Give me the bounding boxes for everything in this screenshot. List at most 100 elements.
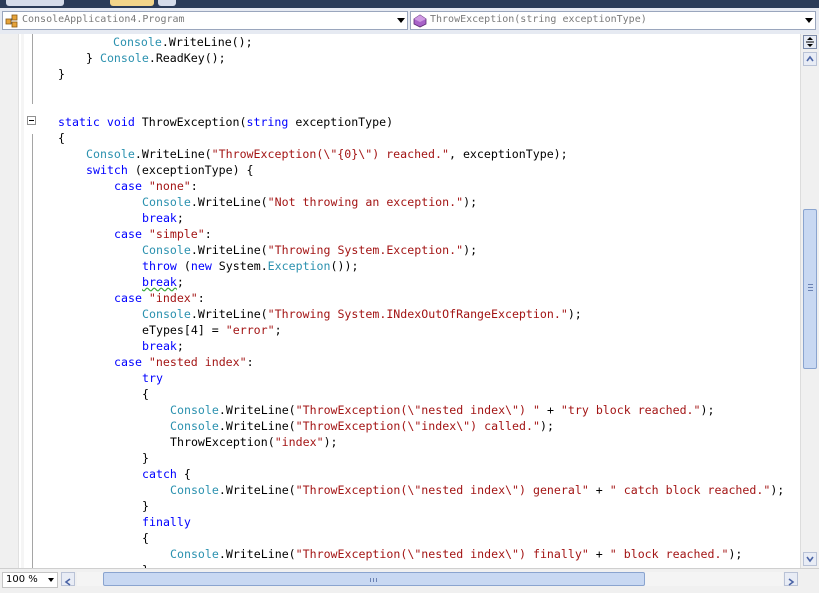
string-token: " block reached." <box>609 547 729 561</box>
code-token: , exceptionType); <box>448 147 568 161</box>
split-window-icon[interactable] <box>803 35 817 49</box>
chevron-down-icon[interactable] <box>48 578 54 582</box>
type-token: Console <box>113 35 162 49</box>
code-token: ); <box>728 547 743 561</box>
code-line: } <box>142 498 149 514</box>
keyword-token: catch <box>142 467 177 481</box>
code-token: (exceptionType) { <box>127 163 254 177</box>
code-line: throw (new System.Exception()); <box>142 258 358 274</box>
string-token: "simple" <box>148 227 205 241</box>
keyword-token: string <box>246 115 289 129</box>
code-token: } <box>142 499 149 513</box>
code-token: .WriteLine( <box>218 483 296 497</box>
code-token: ); <box>323 435 338 449</box>
code-line: break; <box>142 338 184 354</box>
code-token: + <box>588 547 610 561</box>
string-token: "nested index" <box>148 355 247 369</box>
code-line: } <box>58 66 65 82</box>
member-dropdown-value: ThrowException(string exceptionType) <box>430 14 647 25</box>
scroll-down-button[interactable] <box>803 552 817 566</box>
outline-guide <box>32 134 33 568</box>
type-token: Console <box>142 307 191 321</box>
code-line: { <box>58 130 65 146</box>
code-token: ; <box>176 339 184 353</box>
code-line: Console.WriteLine(); <box>113 34 253 50</box>
code-line: Console.WriteLine("ThrowException(\"nest… <box>170 402 715 418</box>
keyword-token: case <box>114 179 142 193</box>
string-token: "try block reached." <box>560 403 701 417</box>
keyword-token: try <box>142 371 163 385</box>
code-editor[interactable]: Console.WriteLine(); } Console.ReadKey()… <box>0 34 800 568</box>
code-token: ); <box>770 483 785 497</box>
code-line: Console.WriteLine("Not throwing an excep… <box>142 194 477 210</box>
type-token: Console <box>170 419 219 433</box>
keyword-token: static <box>58 115 100 129</box>
code-token: .WriteLine( <box>218 547 296 561</box>
code-token: ); <box>539 419 554 433</box>
vertical-scroll-thumb[interactable] <box>803 209 817 369</box>
code-token: { <box>58 131 65 145</box>
code-line: Console.WriteLine("ThrowException(\"nest… <box>170 546 742 562</box>
document-tab[interactable] <box>6 0 64 6</box>
code-line: Console.WriteLine("ThrowException(\"inde… <box>170 418 554 434</box>
code-token: ); <box>700 403 715 417</box>
code-line: { <box>142 386 149 402</box>
scroll-up-button[interactable] <box>803 52 817 66</box>
string-token: " catch block reached." <box>609 483 771 497</box>
code-line: static void ThrowException(string except… <box>58 114 393 130</box>
type-token: Console <box>86 147 135 161</box>
scroll-right-button[interactable] <box>784 572 798 586</box>
code-token: ( <box>176 259 191 273</box>
code-token: : <box>246 355 254 369</box>
code-line: { <box>142 530 149 546</box>
code-line: Console.WriteLine("ThrowException(\"{0}\… <box>86 146 568 162</box>
string-token: "ThrowException(\"nested index\") genera… <box>295 483 589 497</box>
code-token: { <box>142 531 149 545</box>
method-icon <box>413 14 427 28</box>
code-token: : <box>204 227 212 241</box>
member-dropdown[interactable]: ThrowException(string exceptionType) <box>410 11 816 30</box>
keyword-token: break <box>142 211 177 225</box>
code-line: ThrowException("index"); <box>170 434 338 450</box>
code-token: .WriteLine( <box>218 419 296 433</box>
code-line: } Console.ReadKey(); <box>86 50 226 66</box>
document-tab[interactable] <box>158 0 176 6</box>
horizontal-scroll-thumb[interactable] <box>103 572 645 586</box>
document-tab-strip <box>0 0 819 8</box>
string-token: "ThrowException(\"index\") called." <box>295 419 540 433</box>
document-tab-active[interactable] <box>110 0 154 6</box>
chevron-down-icon[interactable] <box>805 18 813 23</box>
code-line: case "nested index": <box>114 354 254 370</box>
code-line: switch (exceptionType) { <box>86 162 254 178</box>
code-line: break; <box>142 274 184 290</box>
code-token: ()); <box>330 259 359 273</box>
code-line: Console.WriteLine("Throwing System.INdex… <box>142 306 582 322</box>
string-token: "index" <box>274 435 324 449</box>
code-line: } <box>142 450 149 466</box>
keyword-token: break <box>142 339 177 353</box>
code-line: finally <box>142 514 191 530</box>
code-line: break; <box>142 210 184 226</box>
chevron-down-icon[interactable] <box>397 18 405 23</box>
code-token: : <box>190 179 198 193</box>
scroll-left-button[interactable] <box>61 572 75 586</box>
code-token: . <box>148 51 156 65</box>
type-token: Console <box>170 483 219 497</box>
type-token: Console <box>142 195 191 209</box>
code-line: Console.WriteLine("Throwing System.Excep… <box>142 242 477 258</box>
chevron-left-icon <box>64 578 71 586</box>
type-dropdown[interactable]: ConsoleApplication4.Program <box>2 11 408 30</box>
code-token: .WriteLine( <box>190 307 268 321</box>
code-token: } <box>86 51 100 65</box>
keyword-token: break <box>142 275 177 289</box>
type-token: Exception <box>267 259 331 273</box>
string-token: "Throwing System.Exception." <box>267 243 464 257</box>
code-line: catch { <box>142 466 191 482</box>
vertical-scrollbar[interactable] <box>800 34 819 568</box>
collapse-method-toggle[interactable] <box>27 116 36 125</box>
zoom-dropdown[interactable]: 100 % <box>2 572 58 588</box>
code-token: ; <box>274 323 282 337</box>
